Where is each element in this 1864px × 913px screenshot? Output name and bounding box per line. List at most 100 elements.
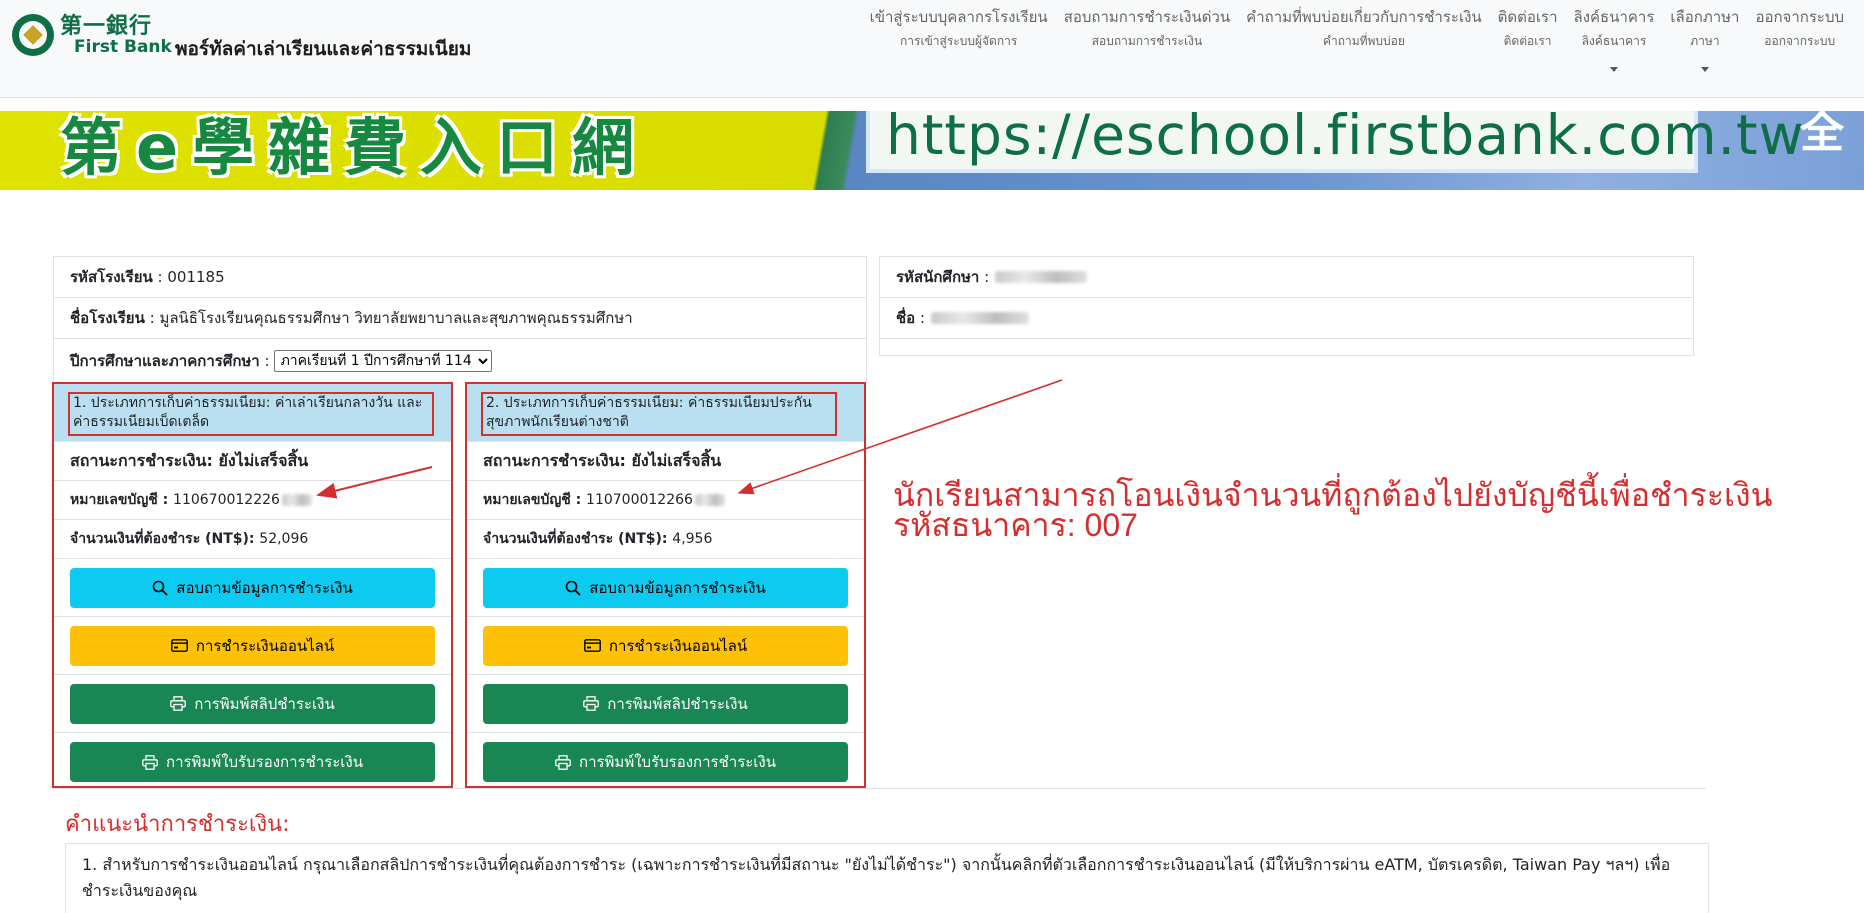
button-label: การพิมพ์ใบรับรองการชำระเงิน xyxy=(578,753,777,771)
student-info-panel: รหัสนักศึกษา : ชื่อ : xyxy=(879,256,1694,356)
nav-sublabel: ติดต่อเรา xyxy=(1503,34,1552,48)
transfer-annotation: นักเรียนสามารถโอนเงินจำนวนที่ถูกต้องไปยั… xyxy=(893,477,1853,542)
account-number-value: 110670012226 xyxy=(173,492,280,508)
button-label: สอบถามข้อมูลการชำระเงิน xyxy=(176,578,353,597)
button-label: สอบถามข้อมูลการชำระเงิน xyxy=(589,578,766,597)
navbar: 第一銀行 First Bank พอร์ทัลค่าเล่าเรียนและค่… xyxy=(0,0,1864,98)
school-info-panel: รหัสโรงเรียน : 001185 ชื่อโรงเรียน : มูล… xyxy=(53,256,867,382)
instruction-item-1: 1. สำหรับการชำระเงินออนไลน์ กรุณาเลือกสล… xyxy=(82,855,1671,900)
school-code-row: รหัสโรงเรียน : 001185 xyxy=(54,257,866,298)
portal-title: พอร์ทัลค่าเล่าเรียนและค่าธรรมเนียม xyxy=(175,38,472,60)
account-number-redacted xyxy=(694,494,725,506)
amount-due-label: จำนวนเงินที่ต้องชำระ (NT$): xyxy=(70,531,255,547)
nav-sublabel: การเข้าสู่ระบบผู้จัดการ xyxy=(900,34,1018,48)
button-row: การชำระเงินออนไลน์ xyxy=(54,617,451,675)
payment-inquiry-button[interactable]: สอบถามข้อมูลการชำระเงิน xyxy=(483,567,848,608)
payment-status-row: สถานะการชำระเงิน: ยังไม่เสร็จสิ้น xyxy=(54,442,451,481)
print-receipt-button[interactable]: การพิมพ์ใบรับรองการชำระเงิน xyxy=(70,742,435,782)
account-number-redacted xyxy=(281,494,312,506)
button-row: การพิมพ์ใบรับรองการชำระเงิน xyxy=(467,733,864,791)
button-label: การพิมพ์สลิปชำระเงิน xyxy=(194,694,335,713)
payment-inquiry-button[interactable]: สอบถามข้อมูลการชำระเงิน xyxy=(70,567,435,608)
instructions-title: คำแนะนำการชำระเงิน: xyxy=(65,812,290,837)
button-row: การพิมพ์ใบรับรองการชำระเงิน xyxy=(54,733,451,791)
button-label: การพิมพ์สลิปชำระเงิน xyxy=(607,694,748,713)
section-divider xyxy=(52,788,1706,789)
print-slip-button[interactable]: การพิมพ์สลิปชำระเงิน xyxy=(70,683,435,724)
printer-icon xyxy=(170,696,187,711)
portal-banner: 第e學雜費入口網 https://eschool.firstbank.com.t… xyxy=(0,111,1864,190)
account-number-value: 110700012266 xyxy=(586,492,693,508)
nav-label: คำถามที่พบบ่อยเกี่ยวกับการชำระเงิน xyxy=(1246,8,1482,26)
banner-url: https://eschool.firstbank.com.tw xyxy=(886,111,1805,167)
annotation-line-1: นักเรียนสามารถโอนเงินจำนวนที่ถูกต้องไปยั… xyxy=(893,477,1773,513)
credit-card-icon xyxy=(170,639,188,652)
nav-sublabel: สอบถามการชำระเงิน xyxy=(1091,34,1203,48)
first-bank-logo[interactable]: 第一銀行 First Bank xyxy=(12,14,172,57)
student-name-redacted xyxy=(931,312,1030,324)
payment-status: สถานะการชำระเงิน: ยังไม่เสร็จสิ้น xyxy=(70,450,309,470)
banner-side-char: 全 xyxy=(1800,111,1844,158)
online-payment-button[interactable]: การชำระเงินออนไลน์ xyxy=(483,625,848,666)
fee-card-header: 1. ประเภทการเก็บค่าธรรมเนียม: ค่าเล่าเรี… xyxy=(54,384,451,442)
nav-quick-payment-inquiry[interactable]: สอบถามการชำระเงินด่วน สอบถามการชำระเงิน xyxy=(1056,5,1238,72)
online-payment-button[interactable]: การชำระเงินออนไลน์ xyxy=(70,625,435,666)
nav-bank-links[interactable]: ลิงค์ธนาคาร ลิงค์ธนาคาร xyxy=(1566,5,1663,72)
nav-contact-us[interactable]: ติดต่อเรา ติดต่อเรา xyxy=(1490,5,1566,72)
banner-chinese-title: 第e學雜費入口網 xyxy=(60,111,649,184)
print-receipt-button[interactable]: การพิมพ์ใบรับรองการชำระเงิน xyxy=(483,742,848,782)
button-row: การพิมพ์สลิปชำระเงิน xyxy=(54,675,451,733)
nav-sublabel: คำถามที่พบบ่อย xyxy=(1322,34,1405,48)
printer-icon xyxy=(142,754,158,770)
term-row: ปีการศึกษาและภาคการศึกษา : ภาคเรียนที่ 1… xyxy=(54,339,866,383)
search-icon xyxy=(565,580,581,596)
account-number-row: หมายเลขบัญชี : 110700012266 xyxy=(467,481,864,520)
nav-sublabel: ออกจากระบบ xyxy=(1764,34,1836,48)
amount-due-row: จำนวนเงินที่ต้องชำระ (NT$): 4,956 xyxy=(467,520,864,559)
nav-language[interactable]: เลือกภาษา ภาษา xyxy=(1662,5,1747,72)
logo-chinese-name: 第一銀行 xyxy=(60,13,153,39)
button-label: การชำระเงินออนไลน์ xyxy=(195,636,335,655)
credit-card-icon xyxy=(583,639,601,652)
fee-card-1: 1. ประเภทการเก็บค่าธรรมเนียม: ค่าเล่าเรี… xyxy=(52,382,453,788)
term-label: ปีการศึกษาและภาคการศึกษา xyxy=(70,352,260,370)
student-id-redacted xyxy=(995,271,1088,283)
button-row: สอบถามข้อมูลการชำระเงิน xyxy=(54,559,451,617)
banner-url-box: https://eschool.firstbank.com.tw xyxy=(866,111,1804,173)
student-name-label: ชื่อ xyxy=(896,309,916,327)
school-name-label: ชื่อโรงเรียน xyxy=(70,309,145,327)
payment-status-row: สถานะการชำระเงิน: ยังไม่เสร็จสิ้น xyxy=(467,442,864,481)
nav-label: ลิงค์ธนาคาร xyxy=(1573,8,1655,26)
nav-sublabel: ภาษา xyxy=(1690,34,1720,48)
amount-due-row: จำนวนเงินที่ต้องชำระ (NT$): 52,096 xyxy=(54,520,451,559)
button-row: การชำระเงินออนไลน์ xyxy=(467,617,864,675)
button-row: การพิมพ์สลิปชำระเงิน xyxy=(467,675,864,733)
student-id-label: รหัสนักศึกษา xyxy=(896,268,980,286)
button-row: สอบถามข้อมูลการชำระเงิน xyxy=(467,559,864,617)
school-code-label: รหัสโรงเรียน xyxy=(70,268,153,286)
nav-menu: เข้าสู่ระบบบุคลากรโรงเรียน การเข้าสู่ระบ… xyxy=(862,5,1852,72)
logo-english-name: First Bank xyxy=(74,37,172,58)
printer-icon xyxy=(583,696,600,711)
nav-staff-login[interactable]: เข้าสู่ระบบบุคลากรโรงเรียน การเข้าสู่ระบ… xyxy=(862,5,1056,72)
student-id-row: รหัสนักศึกษา : xyxy=(880,257,1693,298)
nav-logout[interactable]: ออกจากระบบ ออกจากระบบ xyxy=(1747,5,1852,72)
amount-due-label: จำนวนเงินที่ต้องชำระ (NT$): xyxy=(483,531,668,547)
fee-type-title: 1. ประเภทการเก็บค่าธรรมเนียม: ค่าเล่าเรี… xyxy=(68,392,434,436)
nav-label: สอบถามการชำระเงินด่วน xyxy=(1063,8,1231,26)
search-icon xyxy=(152,580,168,596)
school-code-value: 001185 xyxy=(167,268,225,286)
school-name-value: มูลนิธิโรงเรียนคุณธรรมศึกษา วิทยาลัยพยาบ… xyxy=(159,309,633,327)
print-slip-button[interactable]: การพิมพ์สลิปชำระเงิน xyxy=(483,683,848,724)
printer-icon xyxy=(555,754,571,770)
fee-card-header: 2. ประเภทการเก็บค่าธรรมเนียม: ค่าธรรมเนี… xyxy=(467,384,864,442)
amount-due-value: 4,956 xyxy=(672,531,713,547)
account-number-row: หมายเลขบัญชี : 110670012226 xyxy=(54,481,451,520)
fee-type-title: 2. ประเภทการเก็บค่าธรรมเนียม: ค่าธรรมเนี… xyxy=(481,392,837,436)
term-select[interactable]: ภาคเรียนที่ 1 ปีการศึกษาที่ 114 xyxy=(273,350,492,372)
bank-emblem-icon xyxy=(12,14,54,57)
nav-payment-faq[interactable]: คำถามที่พบบ่อยเกี่ยวกับการชำระเงิน คำถาม… xyxy=(1238,5,1489,72)
fee-card-2: 2. ประเภทการเก็บค่าธรรมเนียม: ค่าธรรมเนี… xyxy=(465,382,866,788)
amount-due-value: 52,096 xyxy=(259,531,309,547)
nav-label: ติดต่อเรา xyxy=(1497,8,1558,26)
